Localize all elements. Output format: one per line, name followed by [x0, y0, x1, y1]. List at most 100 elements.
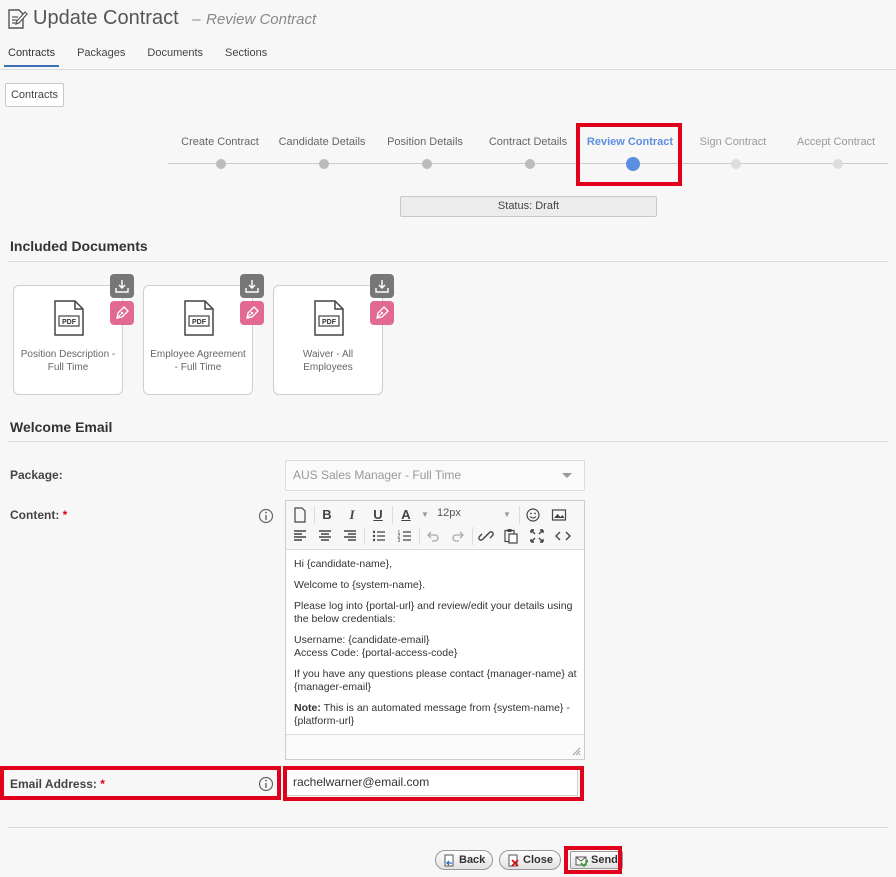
- sign-document-button[interactable]: [110, 301, 134, 325]
- email-greeting: Hi {candidate-name},: [294, 558, 393, 570]
- toolbar-separator: [519, 506, 520, 524]
- download-document-button[interactable]: [240, 274, 264, 298]
- email-welcome-line: Welcome to {system-name}.: [294, 579, 426, 591]
- document-card[interactable]: PDF Employee Agreement - Full Time: [143, 285, 253, 395]
- editor-content[interactable]: Hi {candidate-name}, Welcome to {system-…: [294, 558, 578, 736]
- nav-divider: [0, 69, 896, 70]
- step-contract-details[interactable]: Contract Details: [473, 136, 583, 148]
- package-select-value: AUS Sales Manager - Full Time: [293, 468, 462, 482]
- email-access-code-line: Access Code: {portal-access-code}: [294, 647, 458, 659]
- emoji-icon[interactable]: [524, 506, 542, 524]
- main-nav: Contracts Packages Documents Sections: [4, 46, 271, 67]
- close-icon: [508, 854, 519, 867]
- nav-tab-sections[interactable]: Sections: [221, 46, 271, 67]
- sign-document-button[interactable]: [370, 301, 394, 325]
- close-button[interactable]: Close: [499, 850, 561, 870]
- step-create-contract[interactable]: Create Contract: [165, 136, 275, 148]
- numbered-list-icon[interactable]: 1 2 3: [396, 527, 414, 545]
- italic-icon[interactable]: I: [343, 506, 361, 524]
- new-document-icon[interactable]: [291, 506, 309, 524]
- pdf-label: PDF: [192, 319, 207, 326]
- close-button-label: Close: [523, 854, 553, 866]
- highlight-send-button: [564, 846, 622, 874]
- pdf-file-icon: PDF: [54, 300, 84, 336]
- step-candidate-details[interactable]: Candidate Details: [267, 136, 377, 148]
- nav-tab-documents[interactable]: Documents: [143, 46, 207, 67]
- caret-down-icon[interactable]: ▼: [498, 506, 516, 524]
- email-username-line: Username: {candidate-email}: [294, 634, 430, 646]
- align-center-icon[interactable]: [316, 527, 334, 545]
- document-name: Position Description - Full Time: [20, 349, 116, 373]
- pdf-label: PDF: [322, 319, 337, 326]
- image-icon[interactable]: [550, 506, 568, 524]
- align-left-icon[interactable]: [291, 527, 309, 545]
- back-arrow-icon: [444, 854, 454, 866]
- email-note-text: This is an automated message from {syste…: [294, 702, 570, 727]
- email-note-label: Note:: [294, 702, 321, 714]
- step-sign-contract[interactable]: Sign Contract: [678, 136, 788, 148]
- download-document-button[interactable]: [110, 274, 134, 298]
- download-icon: [115, 280, 129, 293]
- back-button[interactable]: Back: [435, 850, 494, 870]
- redo-icon[interactable]: [449, 527, 467, 545]
- svg-text:3: 3: [398, 538, 401, 544]
- editor-toolbar: B I U A ▼ 12px ▼ 1 2 3: [286, 501, 584, 550]
- pen-nib-icon: [246, 306, 259, 319]
- toolbar-separator: [419, 527, 420, 545]
- step-dot-contract-details[interactable]: [525, 159, 535, 169]
- package-select[interactable]: AUS Sales Manager - Full Time: [285, 460, 585, 491]
- pdf-file-icon: PDF: [184, 300, 214, 336]
- documents-divider: [8, 261, 888, 262]
- document-name: Employee Agreement - Full Time: [150, 349, 246, 373]
- highlight-review-contract: [576, 123, 682, 186]
- fullscreen-icon[interactable]: [528, 527, 546, 545]
- text-color-icon[interactable]: A: [397, 506, 415, 524]
- step-dot-candidate-details[interactable]: [319, 159, 329, 169]
- step-dot-sign-contract[interactable]: [731, 159, 741, 169]
- document-card[interactable]: PDF Waiver - All Employees: [273, 285, 383, 395]
- paste-icon[interactable]: [502, 527, 520, 545]
- email-login-line: Please log into {portal-url} and review/…: [294, 600, 573, 625]
- welcome-email-heading: Welcome Email: [10, 419, 113, 435]
- nav-tab-contracts[interactable]: Contracts: [4, 46, 60, 67]
- resize-handle-icon[interactable]: [572, 747, 581, 756]
- chevron-down-icon: [562, 473, 572, 478]
- step-dot-accept-contract[interactable]: [833, 159, 843, 169]
- underline-icon[interactable]: U: [369, 506, 387, 524]
- step-dot-position-details[interactable]: [422, 159, 432, 169]
- page-title: Update Contract – Review Contract: [33, 7, 316, 30]
- step-position-details[interactable]: Position Details: [370, 136, 480, 148]
- required-marker: *: [62, 508, 68, 522]
- email-credentials: Username: {candidate-email} Access Code:…: [294, 634, 578, 660]
- step-accept-contract[interactable]: Accept Contract: [781, 136, 891, 148]
- caret-down-icon[interactable]: ▼: [416, 506, 434, 524]
- content-label-text: Content:: [10, 508, 60, 522]
- toolbar-separator: [314, 506, 315, 524]
- font-size-select[interactable]: 12px: [437, 507, 461, 519]
- toolbar-separator: [392, 506, 393, 524]
- bullet-list-icon[interactable]: [370, 527, 388, 545]
- page-subtitle: Review Contract: [206, 11, 317, 28]
- align-right-icon[interactable]: [341, 527, 359, 545]
- included-documents-heading: Included Documents: [10, 238, 148, 254]
- content-label: Content: *: [10, 508, 67, 522]
- bold-icon[interactable]: B: [318, 506, 336, 524]
- undo-icon[interactable]: [424, 527, 442, 545]
- toolbar-separator: [472, 527, 473, 545]
- download-document-button[interactable]: [370, 274, 394, 298]
- footer-divider: [8, 827, 888, 828]
- status-badge: Status: Draft: [400, 196, 657, 217]
- contracts-button[interactable]: Contracts: [5, 83, 64, 107]
- pen-nib-icon: [376, 306, 389, 319]
- content-editor[interactable]: B I U A ▼ 12px ▼ 1 2 3 Hi {candidate-nam…: [285, 500, 585, 760]
- link-icon[interactable]: [477, 527, 495, 545]
- nav-tab-packages[interactable]: Packages: [73, 46, 129, 67]
- document-card[interactable]: PDF Position Description - Full Time: [13, 285, 123, 395]
- step-dot-create-contract[interactable]: [216, 159, 226, 169]
- pdf-file-icon: PDF: [314, 300, 344, 336]
- info-icon[interactable]: [258, 508, 274, 524]
- editor-status-bar: [286, 734, 584, 759]
- toolbar-separator: [364, 527, 365, 545]
- sign-document-button[interactable]: [240, 301, 264, 325]
- code-view-icon[interactable]: [554, 527, 572, 545]
